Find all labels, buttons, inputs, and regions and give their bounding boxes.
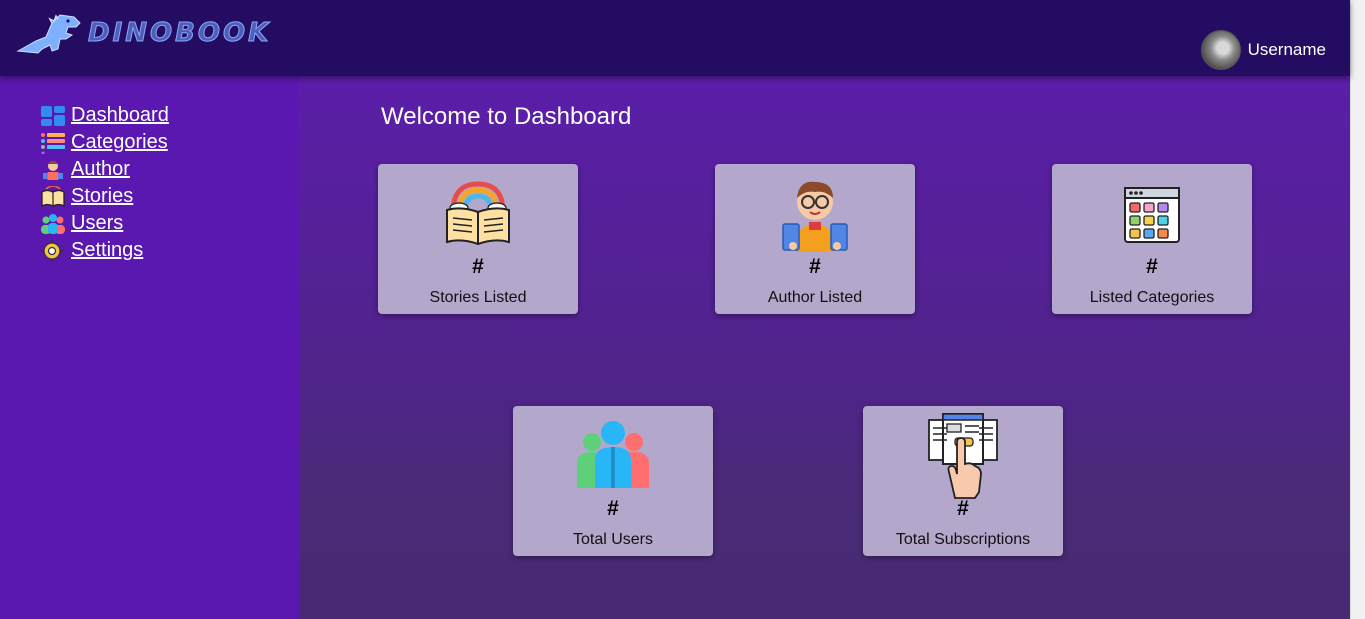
avatar[interactable] bbox=[1200, 30, 1241, 70]
open-book-icon bbox=[378, 178, 578, 248]
subscription-tap-icon bbox=[863, 412, 1063, 500]
dashboard-icon bbox=[40, 105, 66, 127]
author-count: # bbox=[809, 255, 821, 278]
categories-icon bbox=[40, 132, 66, 154]
stories-listed-card[interactable]: # Stories Listed bbox=[378, 164, 578, 314]
main-content: Welcome to Dashboard # Stories Listed # … bbox=[299, 76, 1350, 619]
page-scrollbar[interactable] bbox=[1350, 0, 1365, 619]
author-listed-card[interactable]: # Author Listed bbox=[715, 164, 915, 314]
stories-label: Stories Listed bbox=[429, 289, 527, 306]
stories-count: # bbox=[472, 255, 484, 278]
users-icon bbox=[40, 213, 66, 235]
top-bar: Dinobook Username bbox=[0, 0, 1350, 76]
sidebar-item-categories[interactable]: Categories bbox=[40, 129, 169, 156]
sidebar-nav: Dashboard Categories Author Stories User… bbox=[40, 102, 169, 264]
subscriptions-label: Total Subscriptions bbox=[895, 531, 1031, 548]
users-group-icon bbox=[513, 420, 713, 490]
users-label: Total Users bbox=[572, 531, 654, 548]
subscriptions-count: # bbox=[957, 497, 969, 520]
author-icon bbox=[40, 159, 66, 181]
sidebar-link-categories[interactable]: Categories bbox=[71, 131, 168, 154]
logo-text: Dinobook bbox=[87, 18, 272, 49]
sidebar-item-users[interactable]: Users bbox=[40, 210, 169, 237]
sidebar-link-settings[interactable]: Settings bbox=[71, 239, 143, 262]
sidebar-item-dashboard[interactable]: Dashboard bbox=[40, 102, 169, 129]
page-title: Welcome to Dashboard bbox=[381, 103, 632, 130]
listed-categories-card[interactable]: # Listed Categories bbox=[1052, 164, 1252, 314]
sidebar-link-stories[interactable]: Stories bbox=[71, 185, 133, 208]
category-grid-icon bbox=[1052, 178, 1252, 248]
sidebar-item-stories[interactable]: Stories bbox=[40, 183, 169, 210]
settings-icon bbox=[40, 239, 66, 262]
sidebar: Dashboard Categories Author Stories User… bbox=[0, 76, 299, 619]
sidebar-link-author[interactable]: Author bbox=[71, 158, 130, 181]
sidebar-item-settings[interactable]: Settings bbox=[40, 237, 169, 264]
sidebar-link-dashboard[interactable]: Dashboard bbox=[71, 104, 169, 127]
dinobook-logo[interactable]: Dinobook bbox=[16, 10, 298, 56]
stories-icon bbox=[40, 185, 66, 208]
username-label[interactable]: Username bbox=[1248, 40, 1326, 60]
users-count: # bbox=[607, 497, 619, 520]
reader-kid-icon bbox=[715, 178, 915, 254]
user-menu[interactable]: Username bbox=[1200, 30, 1326, 70]
author-label: Author Listed bbox=[767, 289, 863, 306]
dinosaur-logo-icon bbox=[16, 14, 81, 54]
categories-count: # bbox=[1146, 255, 1158, 278]
sidebar-link-users[interactable]: Users bbox=[71, 212, 123, 235]
total-users-card[interactable]: # Total Users bbox=[513, 406, 713, 556]
sidebar-item-author[interactable]: Author bbox=[40, 156, 169, 183]
total-subscriptions-card[interactable]: # Total Subscriptions bbox=[863, 406, 1063, 556]
categories-label: Listed Categories bbox=[1089, 289, 1215, 306]
